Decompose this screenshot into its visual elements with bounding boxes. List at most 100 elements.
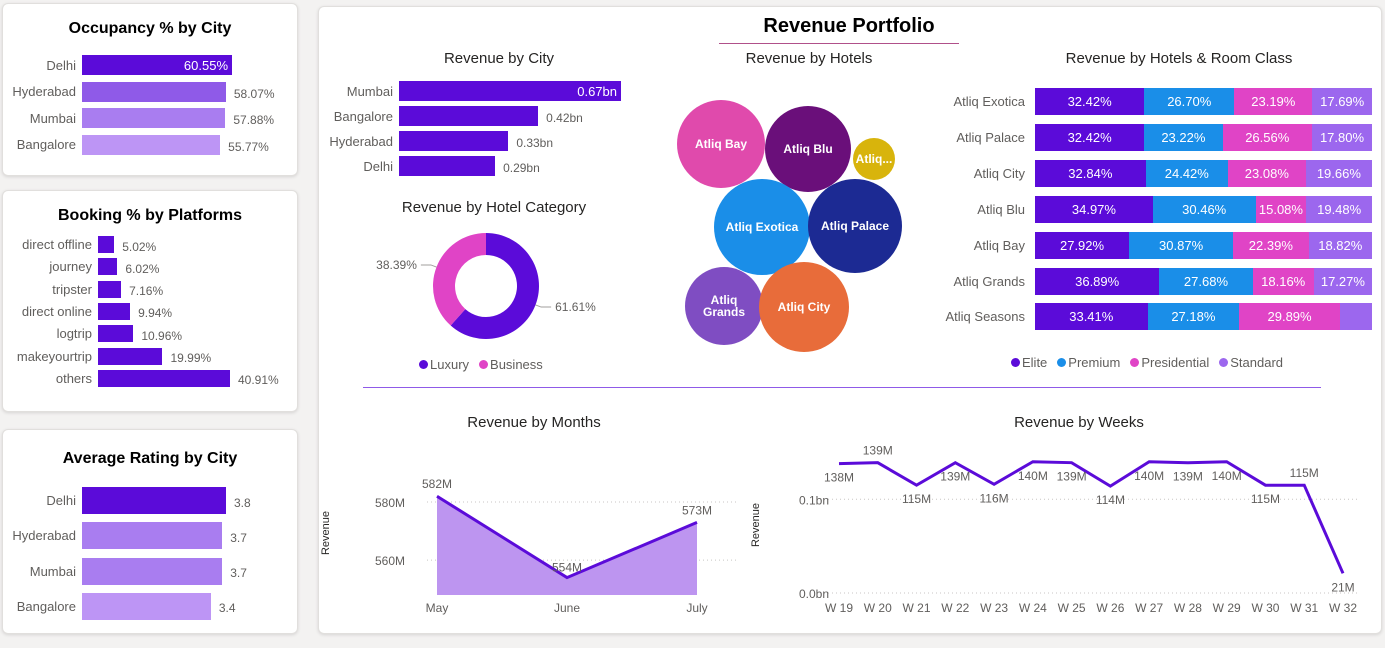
bar [98, 369, 230, 387]
x-tick-label: W 32 [1329, 601, 1357, 615]
room-class-segment-label: 30.87% [1159, 237, 1204, 253]
x-tick-label: W 23 [980, 601, 1008, 615]
point-label: 139M [940, 470, 970, 484]
room-class-category-label: Atliq Bay [973, 237, 1025, 253]
bar [82, 81, 226, 102]
point-label: 139M [1173, 470, 1203, 484]
x-tick-label: W 30 [1251, 601, 1279, 615]
y-tick-label: 560M [375, 554, 405, 568]
x-tick-label: W 20 [864, 601, 892, 615]
point-label: 21M [1331, 580, 1354, 594]
point-label: 115M [902, 492, 931, 506]
x-tick-label: W 28 [1174, 601, 1202, 615]
bar-value-label: 3.4 [218, 601, 236, 616]
point-label: 115M [1251, 492, 1280, 506]
bar [98, 302, 131, 320]
room-class-segment-label: 19.66% [1316, 165, 1361, 181]
weekly-line [838, 460, 1345, 574]
x-tick-label: July [686, 601, 707, 615]
bar-category-label: logtrip [56, 326, 92, 342]
room-class-segment-label: 23.08% [1244, 165, 1289, 181]
bar-category-label: tripster [52, 281, 92, 297]
x-tick-label: W 26 [1096, 601, 1124, 615]
room-class-segment-label: 32.42% [1067, 94, 1112, 109]
room-class-category-label: Atliq Exotica [953, 94, 1025, 109]
y-axis-title: Revenue [750, 503, 762, 547]
revenue-by-room-class-chart: Atliq Exotica 32.42% 26.70% 23.19% 17.69% Atl… [319, 7, 1383, 367]
bar [82, 522, 223, 550]
room-class-segment-label: 33.41% [1069, 309, 1114, 325]
bar-category-label: Hyderabad [12, 84, 76, 99]
room-class-segment-label: 17.69% [1320, 94, 1365, 109]
room-class-segment-label: 23.19% [1251, 94, 1296, 109]
bar [98, 280, 122, 298]
bar-value-label: 6.02% [125, 261, 160, 276]
bar-value-label: 5.02% [122, 239, 157, 254]
point-label: 554M [552, 561, 582, 575]
legend-item[interactable]: Standard [1219, 355, 1283, 370]
room-class-segment-label: 17.27% [1320, 273, 1365, 289]
x-tick-label: W 29 [1213, 601, 1241, 615]
room-class-segment-label: 30.46% [1182, 201, 1227, 217]
bar-value-label: 58.07% [233, 86, 275, 101]
bar [82, 134, 221, 155]
bar-value-label: 3.8 [234, 495, 251, 510]
bar-value-label: 55.77% [228, 139, 269, 154]
rating-chart: Delhi 3.8 Hyderabad 3.7 Mumbai 3.7 Bangalore 3.… [3, 430, 299, 635]
point-label: 138M [824, 471, 854, 485]
point-label: 140M [1212, 469, 1242, 483]
room-class-segment-label: 32.84% [1068, 165, 1113, 181]
rating-card: Average Rating by City Delhi 3.8 Hyderabad… [2, 429, 298, 634]
bar-category-label: Mumbai [29, 110, 76, 126]
bar-category-label: Delhi [46, 493, 76, 508]
bar-category-label: others [55, 370, 92, 386]
bar [82, 557, 223, 585]
revenue-by-months-title: Revenue by Months [467, 414, 601, 431]
room-class-segment-label: 26.56% [1245, 129, 1290, 145]
legend-item[interactable]: Elite [1011, 355, 1047, 370]
x-tick-label: W 21 [903, 601, 931, 615]
booking-chart: direct offline 5.02% journey 6.02% tripster 7… [3, 191, 299, 413]
room-class-segment-label: 36.89% [1075, 273, 1120, 289]
legend-item[interactable]: Premium [1057, 355, 1120, 370]
bar-category-label: Bangalore [16, 598, 76, 614]
room-class-segment-label: 23.22% [1161, 129, 1206, 145]
room-class-segment-label: 18.82% [1318, 237, 1363, 253]
point-label: 139M [1057, 470, 1087, 484]
y-tick-label: 580M [375, 496, 405, 510]
x-tick-label: May [426, 601, 449, 615]
bar-value-label: 40.91% [238, 373, 279, 388]
bar-value-label: 3.7 [230, 530, 247, 545]
legend-label: Elite [1022, 355, 1048, 370]
revenue-by-weeks-title: Revenue by Weeks [1014, 414, 1144, 431]
bar-category-label: Delhi [46, 57, 76, 73]
point-label: 116M [980, 491, 1009, 505]
room-class-segment-label: 27.68% [1183, 273, 1228, 289]
legend-dot-icon [1057, 358, 1067, 367]
bar [98, 325, 134, 343]
bar-value-label: 60.55% [183, 57, 228, 73]
x-tick-label: W 22 [941, 601, 969, 615]
bar-category-label: Mumbai [29, 563, 76, 579]
bar-category-label: makeyourtrip [16, 348, 92, 364]
legend-dot-icon [1130, 358, 1140, 367]
bar-value-label: 3.7 [230, 566, 247, 581]
room-class-segment-label: 27.92% [1059, 237, 1105, 253]
legend-label: Presidential [1141, 355, 1210, 370]
room-class-segment-label: 32.42% [1067, 129, 1112, 145]
x-tick-label: W 31 [1290, 601, 1318, 615]
point-label: 140M [1134, 469, 1164, 483]
legend-item[interactable]: Presidential [1130, 355, 1209, 370]
y-axis-title: Revenue [320, 511, 332, 555]
room-class-segment-label: 26.70% [1167, 94, 1212, 109]
bar-category-label: Hyderabad [12, 528, 76, 544]
bar-value-label: 19.99% [170, 351, 212, 365]
point-label: 139M [863, 444, 893, 458]
room-class-segment-label: 17.80% [1319, 129, 1365, 145]
occupancy-chart: Delhi 60.55% Hyderabad 58.07% Mumbai 57.88% Ba… [3, 4, 299, 177]
x-tick-label: W 25 [1058, 601, 1086, 615]
room-class-segment-label: 29.89% [1267, 309, 1312, 325]
bar-category-label: direct online [21, 303, 92, 319]
legend-label: Standard [1230, 355, 1284, 370]
y-tick-label: 0.1bn [799, 493, 829, 507]
